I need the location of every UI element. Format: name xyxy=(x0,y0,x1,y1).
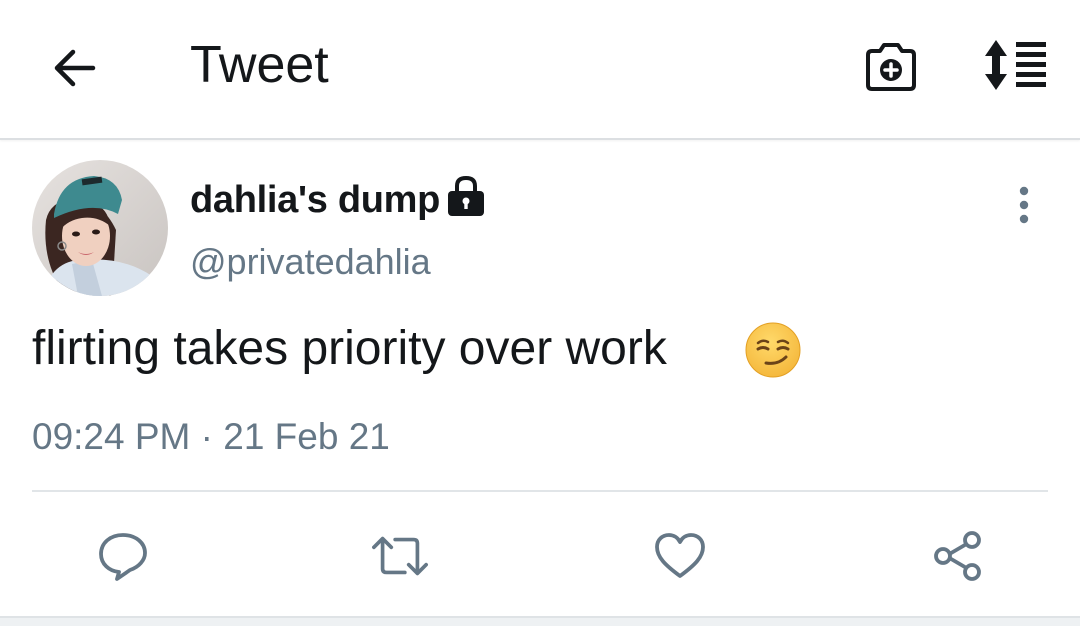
like-button[interactable] xyxy=(650,526,710,586)
share-button[interactable] xyxy=(928,526,988,586)
retweet-button[interactable] xyxy=(370,526,430,586)
back-button[interactable] xyxy=(42,38,106,98)
section-divider xyxy=(0,616,1080,626)
sort-lines-icon xyxy=(985,40,1046,90)
divider xyxy=(32,490,1048,492)
user-handle[interactable]: @privatedahlia xyxy=(190,238,431,286)
vertical-ellipsis-icon xyxy=(1019,186,1029,224)
sort-button[interactable] xyxy=(978,34,1054,96)
smirking-face-emoji xyxy=(745,322,801,378)
camera-button[interactable] xyxy=(858,36,924,98)
more-options-button[interactable] xyxy=(1002,178,1046,232)
heart-icon xyxy=(655,533,705,578)
share-icon xyxy=(934,531,981,581)
reply-bubble-icon xyxy=(99,533,147,581)
avatar[interactable] xyxy=(32,160,168,296)
camera-add-icon xyxy=(866,43,916,91)
tweet-text: flirting takes priority over work xyxy=(32,322,667,375)
lock-icon xyxy=(448,175,484,216)
arrow-left-icon xyxy=(54,49,96,87)
reply-button[interactable] xyxy=(93,526,153,586)
tweet-timestamp: 09:24 PM · 21 Feb 21 xyxy=(32,416,390,457)
display-name[interactable]: dahlia's dump xyxy=(190,176,440,224)
page-title: Tweet xyxy=(190,36,329,94)
retweet-icon xyxy=(372,536,428,576)
top-app-bar: Tweet xyxy=(0,0,1080,140)
